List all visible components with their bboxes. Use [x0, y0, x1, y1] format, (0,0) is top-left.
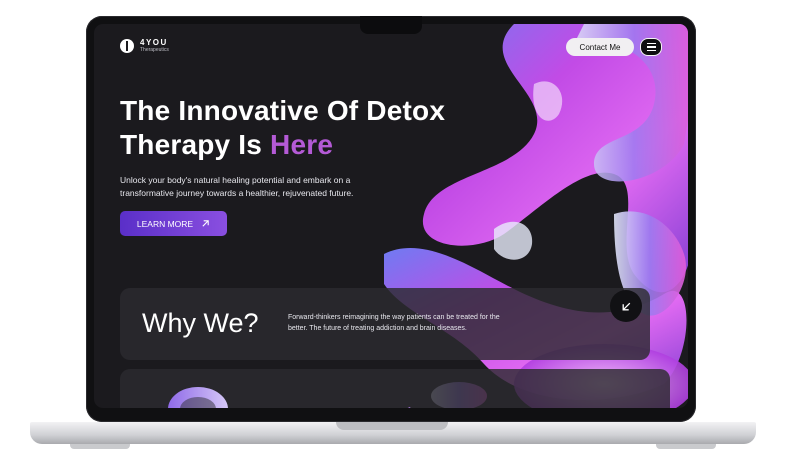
laptop-opening-notch — [336, 422, 448, 430]
hero-title-line1: The Innovative Of Detox — [120, 95, 446, 126]
learn-more-button[interactable]: LEARN MORE — [120, 211, 227, 236]
why-we-card: Why We? Forward-thinkers reimagining the… — [120, 288, 650, 360]
laptop-foot-left — [70, 444, 130, 449]
feature-card — [120, 369, 670, 408]
hero-title-accent: Here — [270, 129, 334, 160]
hamburger-menu-icon[interactable] — [640, 38, 662, 56]
feature-card-artwork — [168, 387, 411, 408]
brand-name: 4YOU — [140, 38, 168, 47]
why-we-text: Forward-thinkers reimagining the way pat… — [288, 314, 500, 332]
hero-title-line2: Therapy Is — [120, 129, 271, 160]
website-screen: 4YOU Therapeutics Contact Me The Innovat… — [94, 24, 688, 408]
learn-more-label: LEARN MORE — [136, 218, 194, 229]
brand-subtitle: Therapeutics — [140, 47, 169, 53]
camera-notch — [360, 16, 422, 34]
brand-logo[interactable]: 4YOU Therapeutics — [120, 39, 169, 53]
hero-subtitle: Unlock your body's natural healing poten… — [120, 175, 354, 198]
why-we-title: Why We? — [142, 308, 259, 338]
scroll-down-button[interactable] — [610, 290, 642, 322]
arrow-down-left-icon — [622, 302, 630, 310]
arrow-up-right-icon — [202, 220, 209, 227]
contact-me-button[interactable]: Contact Me — [566, 38, 634, 56]
laptop-foot-right — [656, 444, 716, 449]
hero-title: The Innovative Of Detox Therapy Is Here — [120, 94, 480, 162]
brain-logo-icon — [120, 39, 134, 53]
